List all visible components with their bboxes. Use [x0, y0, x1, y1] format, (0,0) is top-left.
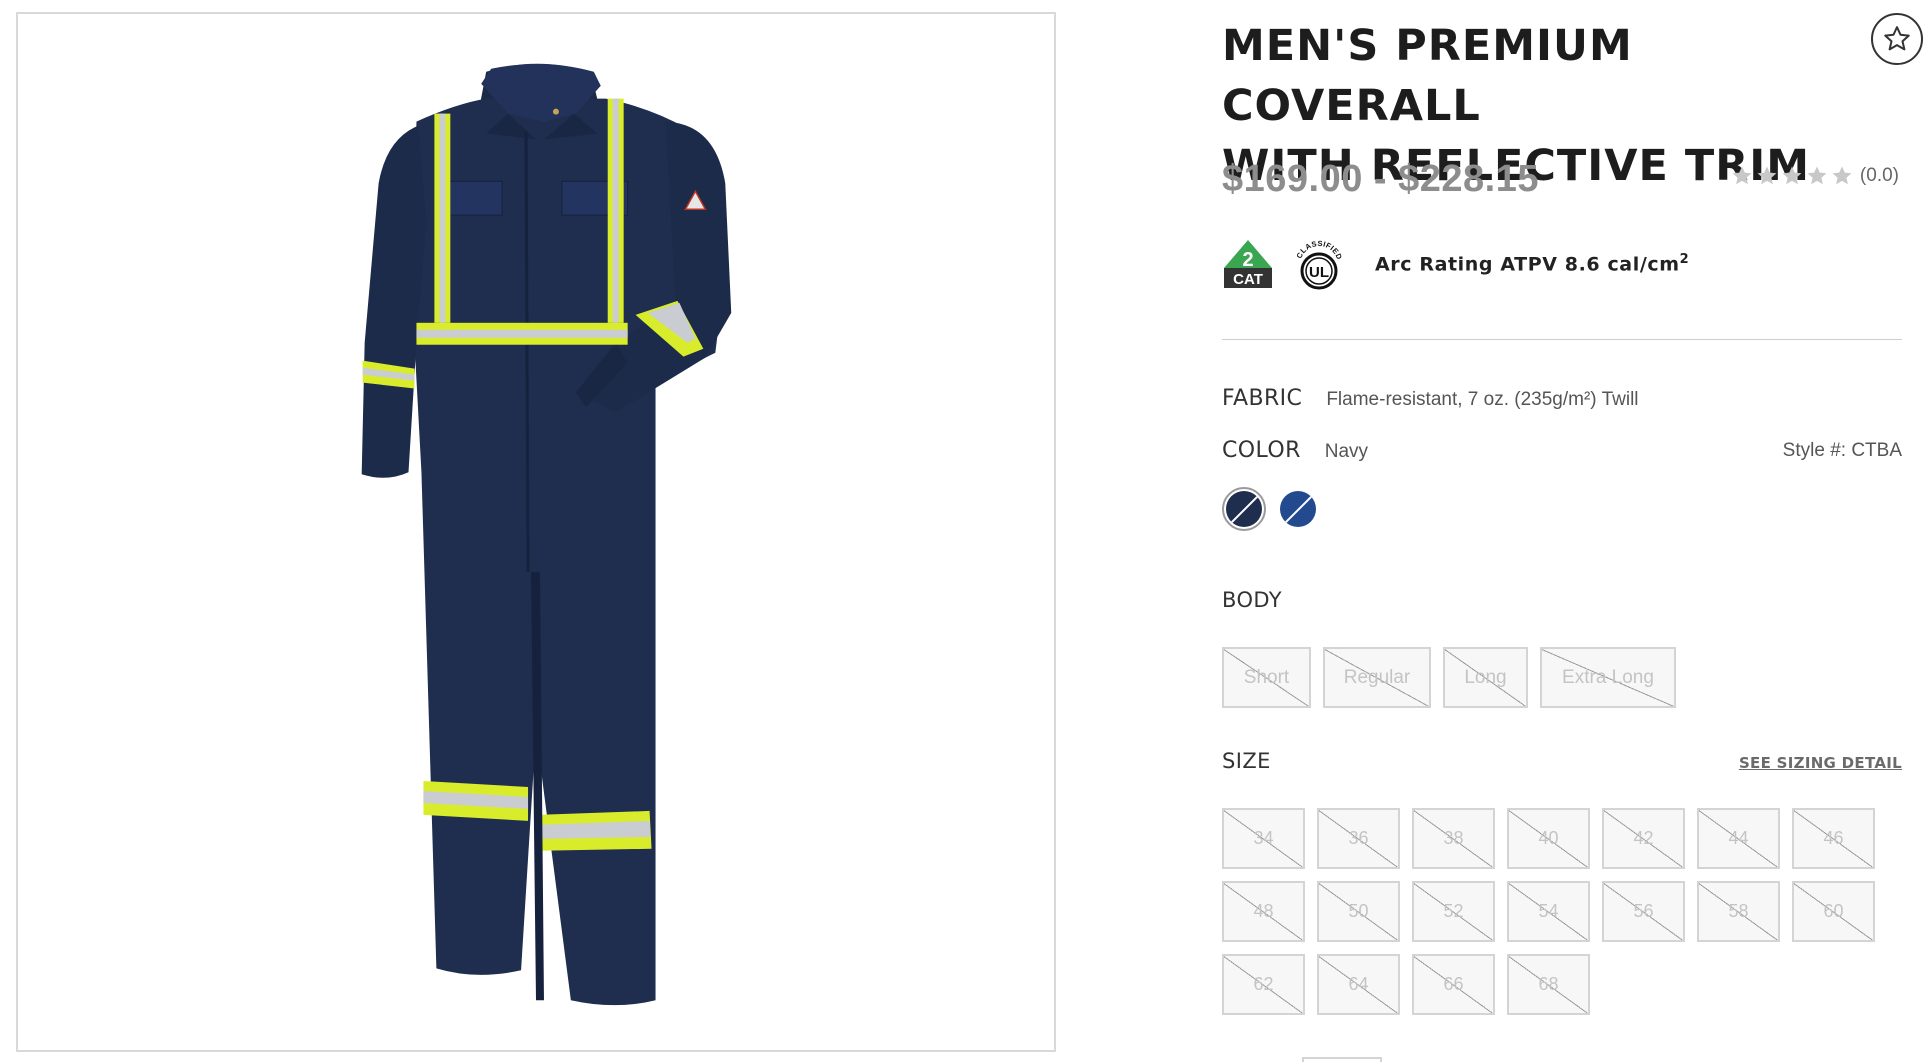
fabric-label: FABRIC — [1222, 386, 1303, 411]
cat-number: 2 — [1242, 249, 1253, 271]
arc-rating: Arc Rating ATPV 8.6 cal/cm2 — [1375, 252, 1689, 275]
size-option[interactable]: 36 — [1317, 808, 1400, 869]
body-option-label: Extra Long — [1562, 666, 1654, 688]
fabric-value: Flame-resistant, 7 oz. (235g/m²) Twill — [1326, 389, 1639, 410]
ul-classified-icon: CLASSIFIED UL — [1295, 239, 1344, 290]
size-option-label: 68 — [1538, 974, 1559, 994]
body-option-label: Regular — [1343, 666, 1411, 688]
star-empty-icon — [1732, 166, 1752, 185]
size-option[interactable]: 68 — [1507, 954, 1590, 1015]
star-empty-icon — [1782, 166, 1802, 185]
style-number: Style #: CTBA — [1782, 440, 1902, 461]
size-option-label: 58 — [1728, 901, 1749, 921]
color-swatch-navy[interactable] — [1222, 487, 1266, 531]
size-option-label: 36 — [1348, 828, 1369, 848]
size-option-label: 42 — [1633, 828, 1654, 848]
rating-stars — [1730, 164, 1854, 188]
quantity-box-partial[interactable] — [1302, 1057, 1382, 1062]
star-outline-icon — [1884, 26, 1910, 51]
ul-mark: UL — [1309, 264, 1329, 281]
wishlist-button[interactable] — [1871, 13, 1923, 65]
size-option[interactable]: 46 — [1792, 808, 1875, 869]
body-option-regular[interactable]: Regular — [1323, 647, 1431, 708]
arc-rating-sup: 2 — [1679, 252, 1690, 268]
certification-badges: 2 CAT CLASSIFIED UL Arc Rating ATPV 8.6 … — [1222, 236, 1689, 292]
size-option[interactable]: 38 — [1412, 808, 1495, 869]
star-empty-icon — [1757, 166, 1777, 185]
swatch-color-dot — [1280, 491, 1316, 527]
arc-rating-text: Arc Rating ATPV 8.6 cal/cm — [1375, 253, 1680, 276]
body-option-extra-long[interactable]: Extra Long — [1540, 647, 1676, 708]
size-option[interactable]: 62 — [1222, 954, 1305, 1015]
cat-text: CAT — [1233, 271, 1263, 288]
star-empty-icon — [1832, 166, 1852, 185]
size-option-label: 64 — [1348, 974, 1369, 994]
size-option[interactable]: 56 — [1602, 881, 1685, 942]
coverall-product-image — [361, 63, 732, 1006]
arc-cat-2-badge-icon: 2 CAT — [1224, 240, 1272, 288]
color-swatches — [1222, 487, 1320, 531]
sizing-detail-link[interactable]: SEE SIZING DETAIL — [1739, 754, 1902, 772]
size-option[interactable]: 52 — [1412, 881, 1495, 942]
body-option-long[interactable]: Long — [1443, 647, 1528, 708]
size-option[interactable]: 50 — [1317, 881, 1400, 942]
color-swatch-royal-blue[interactable] — [1276, 487, 1320, 531]
rating-summary[interactable]: (0.0) — [1730, 164, 1899, 188]
size-option-label: 48 — [1253, 901, 1274, 921]
size-label: SIZE — [1222, 749, 1271, 773]
rating-value: (0.0) — [1859, 165, 1899, 186]
size-option-label: 54 — [1538, 901, 1559, 921]
size-option-label: 62 — [1253, 974, 1274, 994]
size-option-label: 44 — [1728, 828, 1749, 848]
size-option[interactable]: 66 — [1412, 954, 1495, 1015]
section-divider — [1222, 339, 1902, 340]
color-row: COLOR Navy — [1222, 438, 1368, 463]
color-label: COLOR — [1222, 438, 1301, 463]
product-image-frame[interactable] — [16, 12, 1056, 1052]
size-option[interactable]: 44 — [1697, 808, 1780, 869]
swatch-color-dot — [1226, 491, 1262, 527]
body-option-label: Long — [1464, 666, 1507, 688]
size-option-label: 40 — [1538, 828, 1559, 848]
body-option-short[interactable]: Short — [1222, 647, 1311, 708]
size-option[interactable]: 60 — [1792, 881, 1875, 942]
size-option[interactable]: 58 — [1697, 881, 1780, 942]
fabric-row: FABRIC Flame-resistant, 7 oz. (235g/m²) … — [1222, 386, 1639, 411]
size-option[interactable]: 42 — [1602, 808, 1685, 869]
size-option[interactable]: 64 — [1317, 954, 1400, 1015]
price-range: $169.00 - $228.15 — [1222, 158, 1539, 200]
body-option-label: Short — [1243, 666, 1290, 688]
size-option-label: 34 — [1253, 828, 1274, 848]
body-label: BODY — [1222, 588, 1283, 612]
product-title-line1: MEN'S PREMIUM COVERALL — [1222, 21, 1633, 131]
size-option-label: 66 — [1443, 974, 1464, 994]
size-option[interactable]: 40 — [1507, 808, 1590, 869]
size-option-label: 38 — [1443, 828, 1464, 848]
size-option[interactable]: 54 — [1507, 881, 1590, 942]
size-option[interactable]: 34 — [1222, 808, 1305, 869]
size-option-label: 46 — [1823, 828, 1844, 848]
size-option-label: 52 — [1443, 901, 1464, 921]
color-value: Navy — [1324, 441, 1369, 462]
size-option[interactable]: 48 — [1222, 881, 1305, 942]
product-details: MEN'S PREMIUM COVERALL WITH REFLECTIVE T… — [1222, 0, 1923, 1062]
star-empty-icon — [1807, 166, 1827, 185]
size-option-label: 56 — [1633, 901, 1654, 921]
size-option-label: 50 — [1348, 901, 1369, 921]
size-option-label: 60 — [1823, 901, 1844, 921]
